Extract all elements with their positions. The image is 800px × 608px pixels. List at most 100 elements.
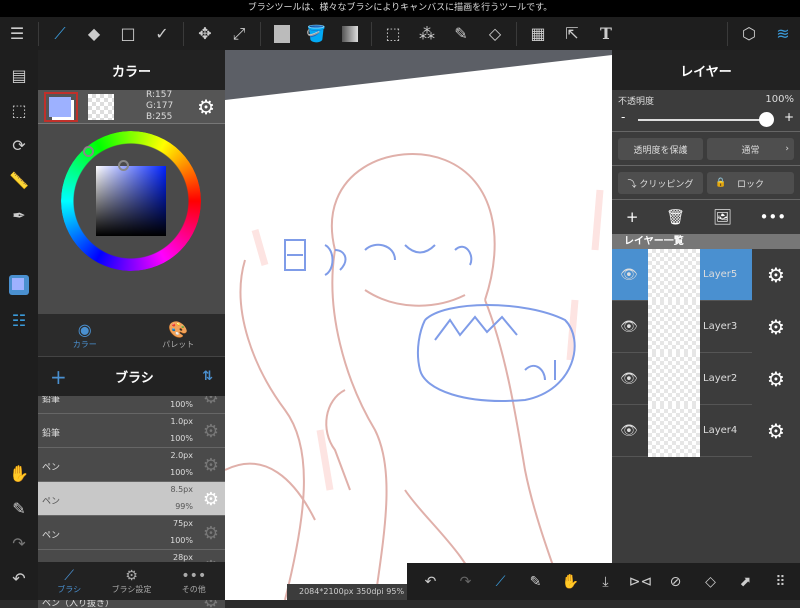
visibility-eye-icon[interactable]: 👁 xyxy=(620,267,638,283)
ruler-icon[interactable]: 📏 xyxy=(0,165,38,195)
rotate-icon[interactable]: ⟳ xyxy=(0,130,38,160)
undo-icon[interactable]: ↶ xyxy=(0,563,38,593)
text-tool-icon[interactable]: T xyxy=(589,17,623,50)
brush-item[interactable]: ペン 2.0px 100% ⚙ xyxy=(38,448,225,482)
brush-eraser-toggle-icon[interactable]: ⟋ xyxy=(483,574,518,590)
visibility-eye-icon[interactable]: 👁 xyxy=(620,319,638,335)
layer-item[interactable]: 👁 Layer4 ⚙ xyxy=(612,405,800,457)
operation-tool-icon[interactable]: ⇱ xyxy=(555,17,589,50)
fill-color-icon[interactable] xyxy=(265,17,299,50)
protect-alpha-button[interactable]: 透明度を保護 xyxy=(618,138,703,160)
snap-icon[interactable]: ✒ xyxy=(0,200,38,230)
brush-settings-gear-icon[interactable]: ⚙ xyxy=(203,421,219,442)
delete-layer-icon[interactable]: 🗑 xyxy=(666,208,685,226)
layer-settings-gear-icon[interactable]: ⚙ xyxy=(752,405,800,457)
layer-more-icon[interactable]: ••• xyxy=(760,208,787,226)
eyedropper-icon[interactable]: ✎ xyxy=(518,574,553,590)
lock-button[interactable]: 🔒 ロック xyxy=(707,172,794,194)
tab-palette[interactable]: 🎨 パレット xyxy=(132,314,226,356)
shape-tool-icon[interactable]: □ xyxy=(111,17,145,50)
brush-size: 8.5px xyxy=(170,485,193,494)
select-eraser-icon[interactable]: ◇ xyxy=(478,17,512,50)
layer-item[interactable]: 👁 Layer5 ⚙ xyxy=(612,249,800,301)
flip-icon[interactable]: ⊳⊲ xyxy=(623,574,658,590)
move-tool-icon[interactable]: ✥ xyxy=(188,17,222,50)
layer-list: 👁 Layer5 ⚙ 👁 Layer3 ⚙ 👁 Layer2 ⚙ 👁 Layer4 ⚙ xyxy=(612,249,800,457)
brush-settings-gear-icon[interactable]: ⚙ xyxy=(203,396,219,408)
brush-item[interactable]: 鉛筆 1.0px 100% ⚙ xyxy=(38,414,225,448)
pages-icon[interactable]: ▤ xyxy=(0,60,38,90)
save-icon[interactable]: ⤓ xyxy=(588,574,623,590)
magic-wand-icon[interactable]: ⁂ xyxy=(410,17,444,50)
selection-icon[interactable]: ⬚ xyxy=(0,95,38,125)
grid-menu-icon[interactable]: ⠿ xyxy=(763,574,798,590)
hue-handle[interactable] xyxy=(83,146,94,157)
color-settings-gear-icon[interactable]: ⚙ xyxy=(197,95,215,119)
layer-settings-gear-icon[interactable]: ⚙ xyxy=(752,301,800,353)
visibility-eye-icon[interactable]: 👁 xyxy=(620,423,638,439)
brush-opacity: 100% xyxy=(170,434,193,443)
layers-icon[interactable]: ≋ xyxy=(766,17,800,50)
brush-item[interactable]: ペン 8.5px 99% ⚙ xyxy=(38,482,225,516)
deselect-icon[interactable]: ⊘ xyxy=(658,574,693,590)
brush-settings-gear-icon[interactable]: ⚙ xyxy=(203,455,219,476)
brush-icon: ⟋ xyxy=(64,567,75,584)
materials-icon[interactable]: ⬡ xyxy=(732,17,766,50)
brush-tool-icon[interactable]: ⟋ xyxy=(43,17,77,50)
opacity-slider-thumb[interactable] xyxy=(759,112,774,127)
tab-other[interactable]: ••• その他 xyxy=(163,562,225,600)
opacity-slider[interactable] xyxy=(638,119,768,121)
hand-icon[interactable]: ✋ xyxy=(0,458,38,488)
brush-list-icon[interactable]: ☷ xyxy=(0,305,38,335)
hand-icon[interactable]: ✋ xyxy=(553,574,588,590)
clear-icon[interactable]: ◇ xyxy=(693,574,728,590)
undo-icon[interactable]: ↶ xyxy=(413,574,448,590)
eyedropper-icon[interactable]: ✎ xyxy=(0,493,38,523)
gradient-tool-icon[interactable] xyxy=(333,17,367,50)
tab-brush-settings[interactable]: ⚙ ブラシ設定 xyxy=(100,562,162,600)
frame-divider-icon[interactable]: ▦ xyxy=(521,17,555,50)
color-panel-icon[interactable] xyxy=(0,270,38,300)
layer-settings-gear-icon[interactable]: ⚙ xyxy=(752,249,800,301)
fullscreen-icon[interactable]: ⬈ xyxy=(728,574,763,590)
clipping-button[interactable]: ⤵ クリッピング xyxy=(618,172,703,194)
brush-item[interactable]: 鉛筆 100% ⚙ xyxy=(38,396,225,414)
select-pen-icon[interactable]: ✎ xyxy=(444,17,478,50)
layer-settings-gear-icon[interactable]: ⚙ xyxy=(752,353,800,405)
brush-opacity: 99% xyxy=(175,502,193,511)
tab-other-label: その他 xyxy=(181,584,206,594)
select-rect-icon[interactable]: ⬚ xyxy=(376,17,410,50)
saturation-value-square[interactable] xyxy=(96,166,166,236)
brush-item[interactable]: ペン 75px 100% ⚙ xyxy=(38,516,225,550)
menu-icon[interactable]: ☰ xyxy=(0,17,34,50)
drawing-canvas[interactable] xyxy=(225,50,612,600)
blend-mode-button[interactable]: 通常 › xyxy=(707,138,794,160)
tab-brush[interactable]: ⟋ ブラシ xyxy=(38,562,100,600)
layer-panel: レイヤー 不透明度 100% - + 透明度を保護 通常 › ⤵ クリッピング 🔒… xyxy=(612,50,800,600)
redo-icon[interactable]: ↷ xyxy=(448,574,483,590)
background-color-swatch[interactable] xyxy=(88,93,114,120)
layer-item[interactable]: 👁 Layer3 ⚙ xyxy=(612,301,800,353)
visibility-eye-icon[interactable]: 👁 xyxy=(620,371,638,387)
tab-color[interactable]: ◉ カラー xyxy=(38,314,132,356)
brush-settings-gear-icon[interactable]: ⚙ xyxy=(203,523,219,544)
bucket-tool-icon[interactable]: 🪣 xyxy=(299,17,333,50)
opacity-plus-button[interactable]: + xyxy=(784,110,794,124)
image-layer-icon[interactable]: 🖼 xyxy=(713,208,732,226)
layer-item[interactable]: 👁 Layer2 ⚙ xyxy=(612,353,800,405)
redo-icon[interactable]: ↷ xyxy=(0,528,38,558)
brush-opacity: 100% xyxy=(170,536,193,545)
add-layer-icon[interactable]: + xyxy=(626,208,639,226)
eraser-tool-icon[interactable]: ◆ xyxy=(77,17,111,50)
layer-thumbnail xyxy=(648,249,700,301)
transform-tool-icon[interactable]: ⤢ xyxy=(222,17,256,50)
sort-brush-button[interactable]: ⇅ xyxy=(202,369,213,384)
foreground-color-swatch[interactable] xyxy=(44,91,78,122)
sv-handle[interactable] xyxy=(118,160,129,171)
brush-settings-gear-icon[interactable]: ⚙ xyxy=(203,489,219,510)
color-picker[interactable] xyxy=(38,124,225,314)
blue-value: B:255 xyxy=(146,112,173,122)
lasso-tool-icon[interactable]: ✓ xyxy=(145,17,179,50)
opacity-minus-button[interactable]: - xyxy=(621,110,625,124)
add-brush-button[interactable]: + xyxy=(50,365,67,389)
